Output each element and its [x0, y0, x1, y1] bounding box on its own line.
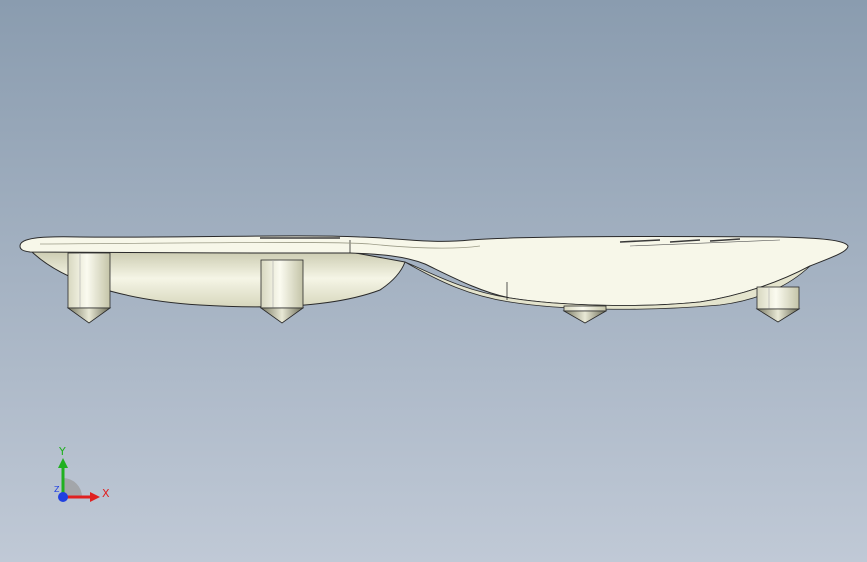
- graphics-viewport[interactable]: Y X Z: [0, 0, 867, 562]
- peg-3[interactable]: [562, 305, 608, 324]
- peg-2[interactable]: [259, 259, 305, 324]
- coordinate-triad[interactable]: Y X Z: [50, 440, 120, 510]
- insole-3d-model[interactable]: [0, 0, 867, 562]
- peg-4[interactable]: [755, 286, 801, 323]
- x-axis-label: X: [102, 487, 110, 500]
- peg-1[interactable]: [66, 252, 112, 324]
- y-axis-arrow-icon: [58, 458, 68, 468]
- z-axis-label: Z: [54, 485, 60, 494]
- y-axis-label: Y: [58, 445, 66, 458]
- x-axis-arrow-icon: [90, 492, 100, 502]
- z-axis-icon: [58, 492, 68, 502]
